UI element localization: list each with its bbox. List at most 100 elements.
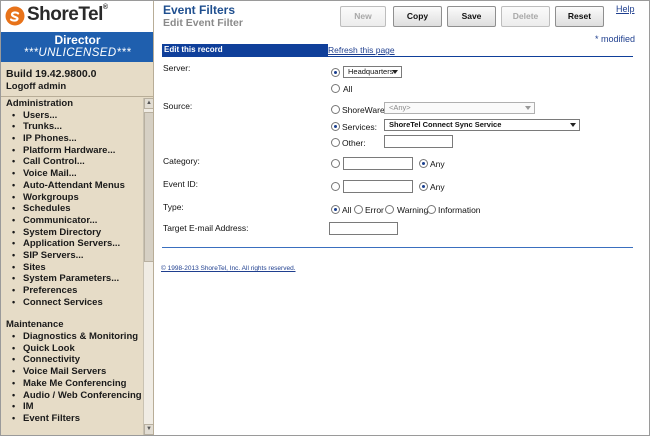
logo: ShoreTel® [1, 1, 153, 32]
server-label: Server: [163, 63, 191, 73]
nav-item-auto-attendant-menus[interactable]: • Auto-Attendant Menus [1, 180, 143, 192]
nav-item-platform-hardware[interactable]: • Platform Hardware... [1, 145, 143, 157]
build-version: Build 19.42.9800.0 [6, 68, 97, 80]
server-selected-radio[interactable] [331, 68, 340, 77]
bullet-icon: • [12, 191, 16, 202]
chevron-down-icon [525, 106, 531, 110]
server-select[interactable]: Headquarters [343, 66, 402, 78]
nav-section-administration: Administration [6, 98, 74, 109]
nav-menu: Administration • Users... • Trunks... • IP … [1, 98, 143, 435]
shoreware-select[interactable]: <Any> [384, 102, 535, 114]
reset-button[interactable]: Reset [555, 6, 604, 27]
bullet-icon: • [12, 285, 16, 295]
type-error-label: Error [365, 205, 384, 215]
save-button[interactable]: Save [447, 6, 496, 27]
copy-button[interactable]: Copy [393, 6, 442, 27]
logoff-link[interactable]: Logoff admin [6, 81, 66, 92]
modified-indicator: * modified [595, 34, 636, 44]
type-error-radio[interactable] [354, 205, 363, 214]
source-other-radio[interactable] [331, 138, 340, 147]
page-title: Event Filters [163, 3, 236, 17]
bullet-icon: • [12, 214, 16, 225]
refresh-link[interactable]: Refresh this page [328, 45, 395, 55]
nav-item-users[interactable]: • Users... [1, 110, 143, 122]
scroll-up-icon[interactable]: ▲ [144, 98, 153, 109]
director-title: Director [54, 33, 101, 47]
sidebar-divider [1, 96, 153, 97]
nav-item-connect-services[interactable]: • Connect Services [1, 297, 143, 309]
shoreware-label: ShoreWare: [342, 105, 388, 115]
bullet-icon: • [12, 144, 16, 155]
event-id-value-radio[interactable] [331, 182, 340, 191]
nav-item-trunks[interactable]: • Trunks... [1, 121, 143, 133]
other-label: Other: [342, 138, 366, 148]
nav-item-communicator[interactable]: • Communicator... [1, 215, 143, 227]
nav-item-quick-look[interactable]: • Quick Look [1, 343, 143, 355]
source-services-radio[interactable] [331, 122, 340, 131]
nav-item-sites[interactable]: • Sites [1, 262, 143, 274]
bullet-icon: • [12, 168, 16, 179]
type-all-radio[interactable] [331, 205, 340, 214]
page-subtitle: Edit Event Filter [163, 17, 243, 29]
nav-item-workgroups[interactable]: • Workgroups [1, 192, 143, 204]
bullet-icon: • [12, 401, 16, 412]
scrollbar-thumb[interactable] [144, 112, 153, 262]
source-label: Source: [163, 101, 193, 111]
form-divider [162, 247, 633, 248]
delete-button[interactable]: Delete [501, 6, 550, 27]
server-all-radio[interactable] [331, 84, 340, 93]
bullet-icon: • [12, 377, 16, 388]
chevron-down-icon [392, 70, 398, 74]
nav-item-sip-servers[interactable]: • SIP Servers... [1, 250, 143, 262]
server-all-label: All [343, 84, 353, 94]
other-source-input[interactable] [384, 135, 453, 148]
source-shoreware-radio[interactable] [331, 105, 340, 114]
nav-item-voice-mail[interactable]: • Voice Mail... [1, 168, 143, 180]
nav-item-ip-phones[interactable]: • IP Phones... [1, 133, 143, 145]
nav-item-connectivity[interactable]: • Connectivity [1, 354, 143, 366]
services-select[interactable]: ShoreTel Connect Sync Service [384, 119, 580, 131]
new-button[interactable]: New [340, 6, 386, 27]
category-input[interactable] [343, 157, 413, 170]
target-email-input[interactable] [329, 222, 398, 235]
nav-item-make-me-conferencing[interactable]: • Make Me Conferencing [1, 378, 143, 390]
nav-item-application-servers[interactable]: • Application Servers... [1, 238, 143, 250]
nav-item-preferences[interactable]: • Preferences [1, 285, 143, 297]
bullet-icon: • [12, 109, 16, 120]
nav-item-system-parameters[interactable]: • System Parameters... [1, 273, 143, 285]
nav-gap [1, 308, 143, 319]
copyright-link[interactable]: © 1998-2013 ShoreTel, Inc. All rights re… [161, 265, 296, 272]
event-id-any-radio[interactable] [419, 182, 428, 191]
nav-item-audio-web-conferencing[interactable]: • Audio / Web Conferencing [1, 390, 143, 402]
record-header: Edit this record [162, 44, 328, 56]
logo-wordmark: ShoreTel® [27, 4, 108, 25]
category-value-radio[interactable] [331, 159, 340, 168]
nav-item-call-control[interactable]: • Call Control... [1, 156, 143, 168]
bullet-icon: • [12, 342, 16, 353]
nav-item-voice-mail-servers[interactable]: • Voice Mail Servers [1, 366, 143, 378]
bullet-icon: • [12, 331, 16, 342]
bullet-icon: • [12, 412, 16, 423]
type-warning-radio[interactable] [385, 205, 394, 214]
nav-item-diagnostics-monitoring[interactable]: • Diagnostics & Monitoring [1, 331, 143, 343]
category-any-radio[interactable] [419, 159, 428, 168]
scroll-down-icon[interactable]: ▼ [144, 424, 153, 435]
nav-item-schedules[interactable]: • Schedules [1, 203, 143, 215]
bullet-icon: • [12, 238, 16, 249]
help-link[interactable]: Help [616, 4, 635, 14]
category-label: Category: [163, 156, 200, 166]
bullet-icon: • [12, 389, 16, 400]
nav-item-im[interactable]: • IM [1, 401, 143, 413]
event-id-input[interactable] [343, 180, 413, 193]
type-information-radio[interactable] [427, 205, 436, 214]
bullet-icon: • [12, 121, 16, 132]
sidebar-scrollbar[interactable]: ▲ ▼ [143, 98, 153, 435]
target-email-label: Target E-mail Address: [163, 223, 249, 233]
bullet-icon: • [12, 261, 16, 272]
nav-item-event-filters[interactable]: • Event Filters [1, 413, 143, 425]
license-status: ***UNLICENSED*** [23, 47, 132, 59]
event-id-any-label: Any [430, 182, 445, 192]
type-all-label: All [342, 205, 352, 215]
nav-item-system-directory[interactable]: • System Directory [1, 227, 143, 239]
bullet-icon: • [12, 179, 16, 190]
